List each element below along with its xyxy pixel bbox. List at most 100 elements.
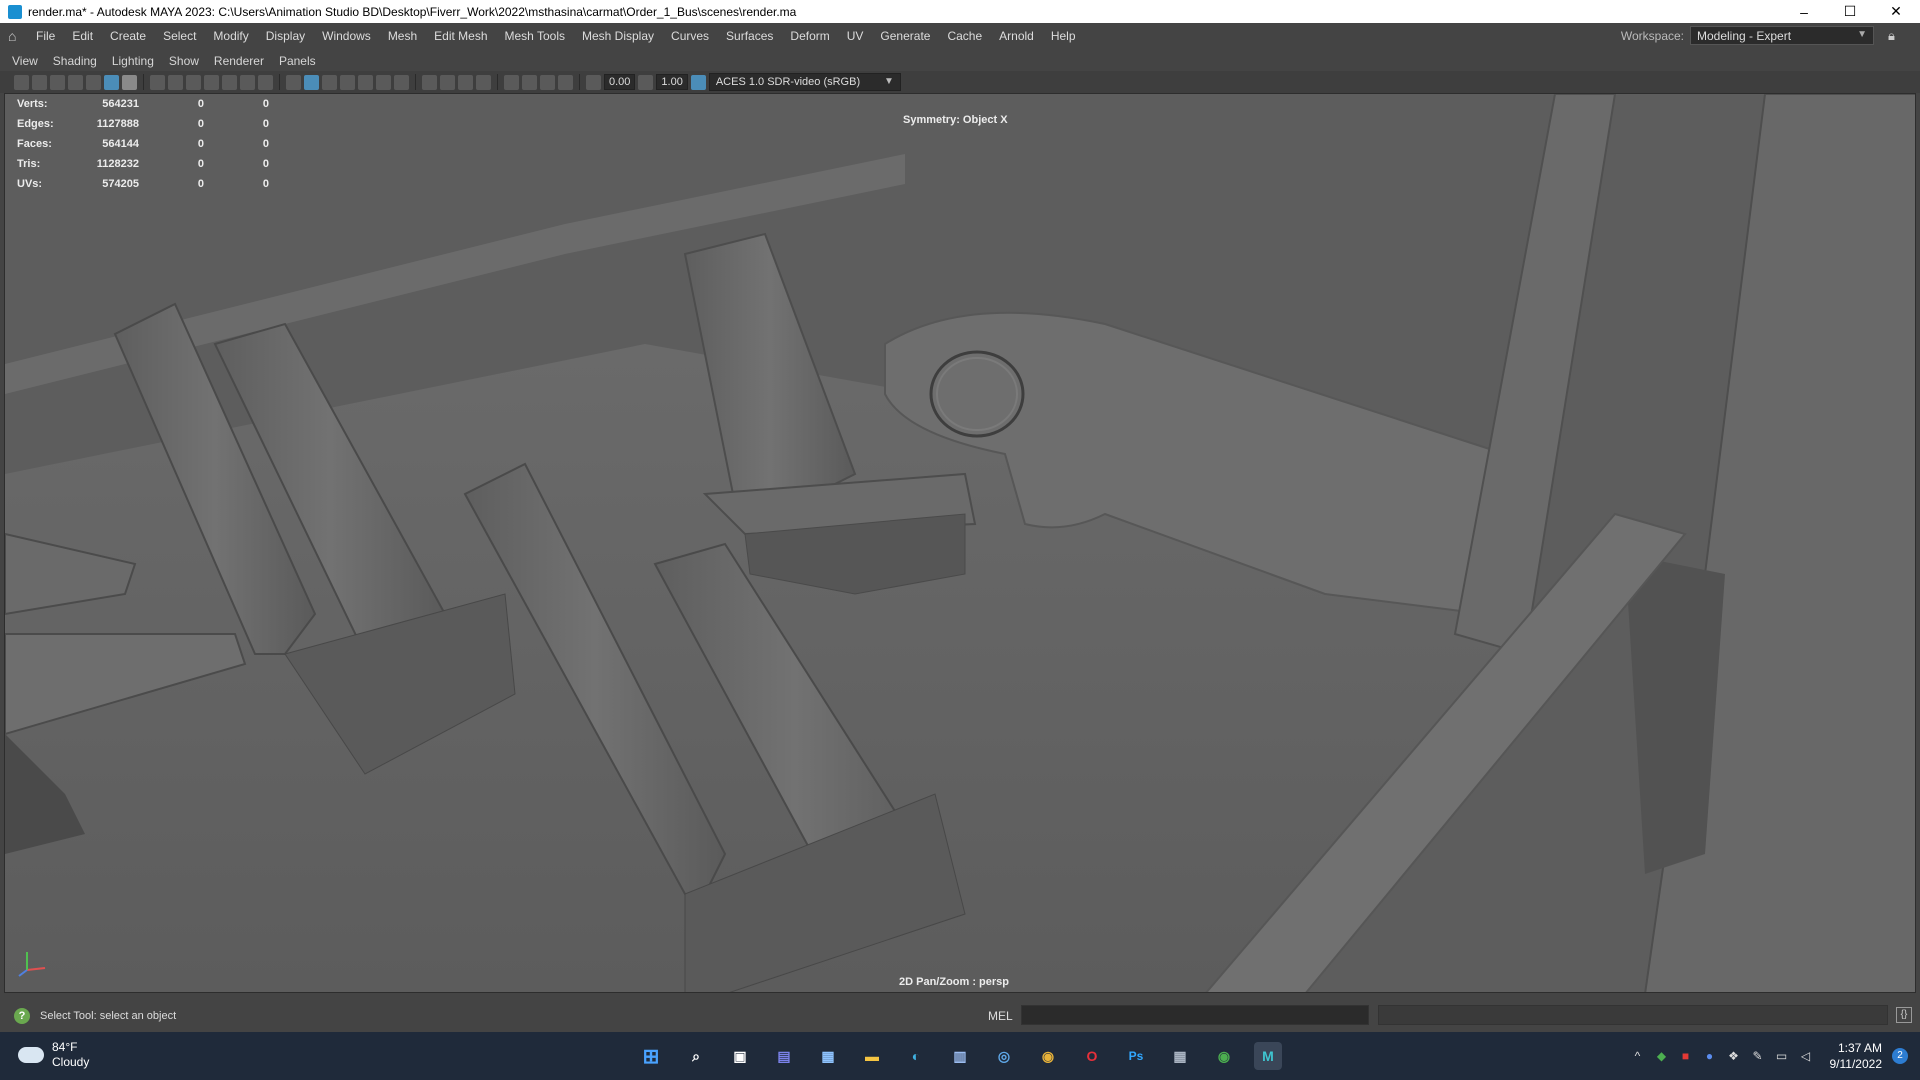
settings-app-icon[interactable]: ◎ <box>990 1042 1018 1070</box>
xray-joints-icon[interactable] <box>558 74 573 90</box>
gate-mask-icon[interactable] <box>204 74 219 90</box>
hud-components: 0 <box>262 118 269 130</box>
panel-menu-panels[interactable]: Panels <box>279 54 316 68</box>
menu-uv[interactable]: UV <box>847 29 864 43</box>
multisample-aa-icon[interactable] <box>458 74 473 90</box>
menu-windows[interactable]: Windows <box>322 29 371 43</box>
home-icon[interactable]: ⌂ <box>8 29 24 43</box>
panel-menu-show[interactable]: Show <box>169 54 199 68</box>
perspective-viewport[interactable]: Verts: 564231 0 0 Edges: 1127888 0 0 Fac… <box>4 93 1916 993</box>
pen-icon[interactable]: ✎ <box>1750 1048 1766 1064</box>
maya-icon[interactable]: M <box>1254 1042 1282 1070</box>
photos-icon[interactable]: ▦ <box>814 1042 842 1070</box>
menu-display[interactable]: Display <box>266 29 305 43</box>
view-transform-dropdown[interactable]: ACES 1.0 SDR-video (sRGB) ▼ <box>708 73 901 91</box>
dropbox-icon[interactable]: ❖ <box>1726 1048 1742 1064</box>
teams-icon[interactable]: ▤ <box>770 1042 798 1070</box>
photoshop-icon[interactable]: Ps <box>1122 1042 1150 1070</box>
xray-icon[interactable] <box>522 74 537 90</box>
chevron-up-icon[interactable]: ^ <box>1630 1048 1646 1064</box>
exposure-field[interactable]: 0.00 <box>604 74 636 90</box>
grid-icon[interactable] <box>150 74 165 90</box>
start-icon[interactable]: ⊞ <box>637 1042 665 1070</box>
security-icon[interactable]: ◆ <box>1654 1048 1670 1064</box>
script-editor-icon[interactable]: {} <box>1896 1007 1912 1023</box>
app-tray-icon[interactable]: ■ <box>1678 1048 1694 1064</box>
bookmarks-icon[interactable] <box>68 74 83 90</box>
safe-title-icon[interactable] <box>258 74 273 90</box>
menu-curves[interactable]: Curves <box>671 29 709 43</box>
vpn-icon[interactable]: ● <box>1702 1048 1718 1064</box>
textured-icon[interactable] <box>358 74 373 90</box>
menu-cache[interactable]: Cache <box>947 29 982 43</box>
lock-camera-icon[interactable] <box>32 74 47 90</box>
clock[interactable]: 1:37 AM 9/11/2022 <box>1830 1040 1883 1072</box>
store-icon[interactable]: ▥ <box>946 1042 974 1070</box>
gamma-icon[interactable] <box>638 74 654 90</box>
gamma-field[interactable]: 1.00 <box>656 74 688 90</box>
xray-active-icon[interactable] <box>540 74 555 90</box>
menu-surfaces[interactable]: Surfaces <box>726 29 773 43</box>
cloud-icon <box>18 1047 44 1063</box>
opera-icon[interactable]: O <box>1078 1042 1106 1070</box>
camera-attributes-icon[interactable] <box>50 74 65 90</box>
menu-mesh-tools[interactable]: Mesh Tools <box>505 29 565 43</box>
menu-deform[interactable]: Deform <box>790 29 829 43</box>
depth-of-field-icon[interactable] <box>476 74 491 90</box>
safe-action-icon[interactable] <box>240 74 255 90</box>
network-icon[interactable]: ▭ <box>1774 1048 1790 1064</box>
field-chart-icon[interactable] <box>222 74 237 90</box>
motion-blur-icon[interactable] <box>440 74 455 90</box>
color-management-icon[interactable] <box>690 74 706 90</box>
menu-select[interactable]: Select <box>163 29 196 43</box>
menu-mesh-display[interactable]: Mesh Display <box>582 29 654 43</box>
lock-icon[interactable]: 🔒︎ <box>1888 28 1902 44</box>
wireframe-icon[interactable] <box>286 74 301 90</box>
workspace-dropdown[interactable]: Modeling - Expert ▼ <box>1690 26 1874 45</box>
film-gate-icon[interactable] <box>168 74 183 90</box>
file-explorer-icon[interactable]: ▬ <box>858 1042 886 1070</box>
menu-file[interactable]: File <box>36 29 55 43</box>
menu-edit[interactable]: Edit <box>72 29 93 43</box>
edge-icon[interactable]: ◐ <box>902 1042 930 1070</box>
panel-menu-renderer[interactable]: Renderer <box>214 54 264 68</box>
hud-components: 0 <box>262 178 269 190</box>
mel-toggle[interactable]: MEL <box>988 1009 1013 1023</box>
mel-command-input[interactable] <box>1021 1005 1369 1025</box>
weather-widget[interactable]: 84°F Cloudy <box>18 1040 89 1070</box>
menu-edit-mesh[interactable]: Edit Mesh <box>434 29 487 43</box>
default-material-icon[interactable] <box>322 74 337 90</box>
minimize-button[interactable]: – <box>1781 0 1827 23</box>
close-button[interactable]: ✕ <box>1873 0 1919 23</box>
chrome-profile-icon[interactable]: ◉ <box>1210 1042 1238 1070</box>
panel-menu-shading[interactable]: Shading <box>53 54 97 68</box>
2d-pan-zoom-icon[interactable] <box>104 74 119 90</box>
maximize-button[interactable]: ☐ <box>1827 0 1873 23</box>
menu-modify[interactable]: Modify <box>213 29 248 43</box>
volume-icon[interactable]: ◁ <box>1798 1048 1814 1064</box>
isolate-select-icon[interactable] <box>504 74 519 90</box>
wireframe-on-shaded-icon[interactable] <box>340 74 355 90</box>
menu-arnold[interactable]: Arnold <box>999 29 1034 43</box>
panel-menu-view[interactable]: View <box>12 54 38 68</box>
image-plane-icon[interactable] <box>86 74 101 90</box>
task-view-icon[interactable]: ▣ <box>726 1042 754 1070</box>
resolution-gate-icon[interactable] <box>186 74 201 90</box>
menu-mesh[interactable]: Mesh <box>388 29 417 43</box>
notification-badge[interactable]: 2 <box>1892 1048 1908 1064</box>
shadows-icon[interactable] <box>394 74 409 90</box>
menu-create[interactable]: Create <box>110 29 146 43</box>
screen-space-ao-icon[interactable] <box>422 74 437 90</box>
grease-pencil-icon[interactable] <box>122 74 137 90</box>
panel-menu-lighting[interactable]: Lighting <box>112 54 154 68</box>
menu-help[interactable]: Help <box>1051 29 1076 43</box>
hud-row-uvs: UVs: 574205 0 0 <box>17 174 269 194</box>
smooth-shade-icon[interactable] <box>304 74 319 90</box>
select-camera-icon[interactable] <box>14 74 29 90</box>
use-all-lights-icon[interactable] <box>376 74 391 90</box>
menu-generate[interactable]: Generate <box>880 29 930 43</box>
search-icon[interactable]: ⌕ <box>682 1042 710 1070</box>
exposure-icon[interactable] <box>586 74 601 90</box>
calculator-icon[interactable]: ▦ <box>1166 1042 1194 1070</box>
chrome-icon[interactable]: ◉ <box>1034 1042 1062 1070</box>
